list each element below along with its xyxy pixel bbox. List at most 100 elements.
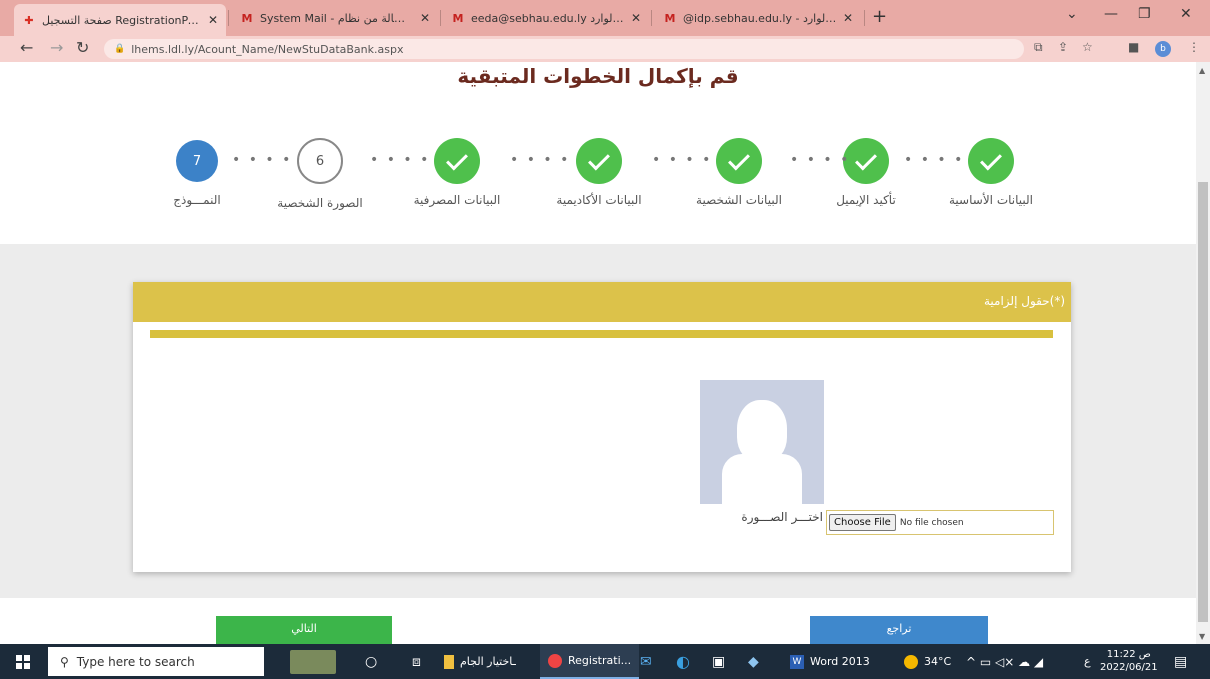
step-connector: • • • • (510, 152, 571, 168)
next-button[interactable]: التالي (216, 616, 392, 644)
bookmark-star-icon[interactable]: ☆ (1082, 40, 1093, 54)
tab-close-icon[interactable]: ✕ (420, 11, 430, 25)
tab-close-icon[interactable]: ✕ (631, 11, 641, 25)
step-connector: • • • • (652, 152, 713, 168)
step-photo-number: 6 (297, 138, 343, 184)
taskbar-search[interactable]: ⚲ Type here to search (48, 647, 264, 676)
step-label-photo: الصورة الشخصية (277, 196, 363, 210)
tab-separator (440, 10, 441, 26)
step-bank-data-icon (434, 138, 480, 184)
step-label-academic-data: البيانات الأكاديمية (556, 193, 642, 207)
language-indicator[interactable]: ع (1084, 644, 1091, 679)
news-widget-icon[interactable] (290, 644, 336, 679)
mandatory-fields-note: (*)حقول إلزامية (983, 294, 1065, 308)
search-placeholder: Type here to search (76, 654, 195, 669)
back-button[interactable]: تراجع (810, 616, 988, 644)
windows-taskbar: ⚲ Type here to search ○ ⧈ ـاختيار الجام … (0, 644, 1210, 679)
step-connector: • • • • (232, 152, 293, 168)
tab-close-icon[interactable]: ✕ (208, 13, 218, 27)
windows-start-icon[interactable] (16, 655, 30, 669)
taskbar-item-chrome[interactable]: Registrati... (540, 644, 640, 679)
mail-icon[interactable]: ✉ (640, 644, 652, 679)
file-icon (444, 654, 454, 669)
search-icon: ⚲ (60, 654, 69, 669)
translate-icon[interactable]: ⧉ (1034, 40, 1043, 55)
tab-separator (228, 10, 229, 26)
step-label-bank-data: البيانات المصرفية (413, 193, 501, 207)
cortana-icon[interactable]: ○ (365, 644, 377, 679)
scroll-up-icon[interactable]: ▲ (1199, 66, 1205, 75)
restore-icon[interactable]: ❐ (1138, 6, 1151, 22)
tab-inbox-1[interactable]: M eeda@sebhau.edu.ly البريد الوارد - ✕ (443, 4, 649, 32)
tab-title: @idp.sebhau.edu.ly - البريد الوارد (683, 11, 837, 25)
task-view-icon[interactable]: ⧈ (412, 644, 421, 679)
more-menu-icon[interactable]: ⋮ (1188, 40, 1200, 54)
sun-icon (904, 654, 918, 669)
file-status-text: No file chosen (899, 517, 964, 528)
step-connector: • • • • (370, 152, 431, 168)
file-input[interactable]: Choose File No file chosen (826, 510, 1054, 535)
forward-arrow-icon[interactable]: → (50, 38, 63, 57)
tab-title: eeda@sebhau.edu.ly البريد الوارد - (471, 11, 625, 25)
step-personal-data-icon (716, 138, 762, 184)
tab-registration[interactable]: ✚ صفحة التسجيل RegistrationPage ✕ (14, 4, 226, 36)
new-tab-button[interactable]: + (872, 6, 887, 27)
tab-close-icon[interactable]: ✕ (843, 11, 853, 25)
taskbar-item-label: ـاختيار الجام (460, 655, 516, 668)
scroll-down-icon[interactable]: ▼ (1199, 632, 1205, 641)
step-label-email-confirm: تأكيد الإيميل (836, 193, 896, 207)
reload-icon[interactable]: ↻ (76, 38, 89, 57)
choose-file-button[interactable]: Choose File (829, 514, 896, 531)
page-viewport: قم بإكمال الخطوات المتبقية البيانات الأس… (0, 62, 1196, 644)
gmail-icon: M (452, 11, 464, 25)
back-arrow-icon[interactable]: ← (20, 38, 33, 57)
chrome-icon (548, 653, 562, 668)
choose-photo-label: اختـــر الصـــورة (741, 510, 823, 524)
taskbar-item-label: Registrati... (568, 654, 632, 667)
clock-time: 11:22 ص (1106, 649, 1151, 660)
scrollbar-thumb[interactable] (1198, 182, 1208, 622)
store-icon[interactable]: ▣ (712, 644, 725, 679)
step-academic-data-icon (576, 138, 622, 184)
weather-widget[interactable]: 34°C (904, 644, 951, 679)
taskbar-item-label: Word 2013 (810, 655, 870, 668)
address-bar[interactable]: 🔒 lhems.ldl.ly/Acount_Name/NewStuDataBan… (104, 39, 1024, 59)
minimize-icon[interactable]: — (1104, 6, 1118, 22)
browser-tab-strip: ✚ صفحة التسجيل RegistrationPage ✕ M Syst… (0, 0, 1210, 36)
step-connector: • • • • (904, 152, 965, 168)
lock-icon: 🔒 (114, 44, 126, 54)
share-icon[interactable]: ⇪ (1058, 40, 1068, 54)
step-label-basic-data: البيانات الأساسية (949, 193, 1033, 207)
taskbar-item-word[interactable]: W Word 2013 (790, 644, 870, 679)
tab-title: صفحة التسجيل RegistrationPage (42, 13, 202, 27)
clock-date: 2022/06/21 (1100, 662, 1158, 673)
step-form-number: 7 (176, 140, 218, 182)
tab-title: System Mail - رسالة من نظام - h (260, 11, 414, 25)
tab-inbox-2[interactable]: M @idp.sebhau.edu.ly - البريد الوارد ✕ (655, 4, 861, 32)
card-header: (*)حقول إلزامية (133, 282, 1071, 322)
notification-icon[interactable]: ▤ (1174, 644, 1187, 679)
app-icon[interactable]: ◆ (748, 644, 759, 679)
page-title: قم بإكمال الخطوات المتبقية (457, 64, 739, 88)
edge-icon[interactable]: ◐ (676, 644, 690, 679)
system-tray-icons[interactable]: ^ ▭ ◁× ☁ ◢ (966, 644, 1043, 679)
tab-system-mail[interactable]: M System Mail - رسالة من نظام - h ✕ (232, 4, 438, 32)
card-divider (150, 330, 1053, 338)
profile-avatar[interactable]: b (1155, 41, 1171, 57)
chevron-down-icon[interactable]: ⌄ (1066, 6, 1078, 22)
taskbar-item-file[interactable]: ـاختيار الجام (444, 644, 516, 679)
taskbar-clock[interactable]: 11:22 ص 2022/06/21 (1100, 648, 1158, 674)
step-basic-data-icon (968, 138, 1014, 184)
tab-separator (864, 10, 865, 26)
photo-upload-card: (*)حقول إلزامية اختـــر الصـــورة Choose… (133, 282, 1071, 572)
extension-window-icon[interactable]: ■ (1128, 40, 1139, 54)
avatar-placeholder-icon (700, 380, 824, 504)
weather-temp: 34°C (924, 655, 952, 668)
gmail-icon: M (664, 11, 676, 25)
url-text: lhems.ldl.ly/Acount_Name/NewStuDataBank.… (131, 42, 404, 56)
vertical-scrollbar[interactable]: ▲ ▼ (1196, 62, 1210, 644)
registration-favicon-icon: ✚ (24, 13, 34, 27)
window-close-icon[interactable]: ✕ (1180, 6, 1192, 22)
tab-separator (651, 10, 652, 26)
step-connector: • • • • (790, 152, 851, 168)
